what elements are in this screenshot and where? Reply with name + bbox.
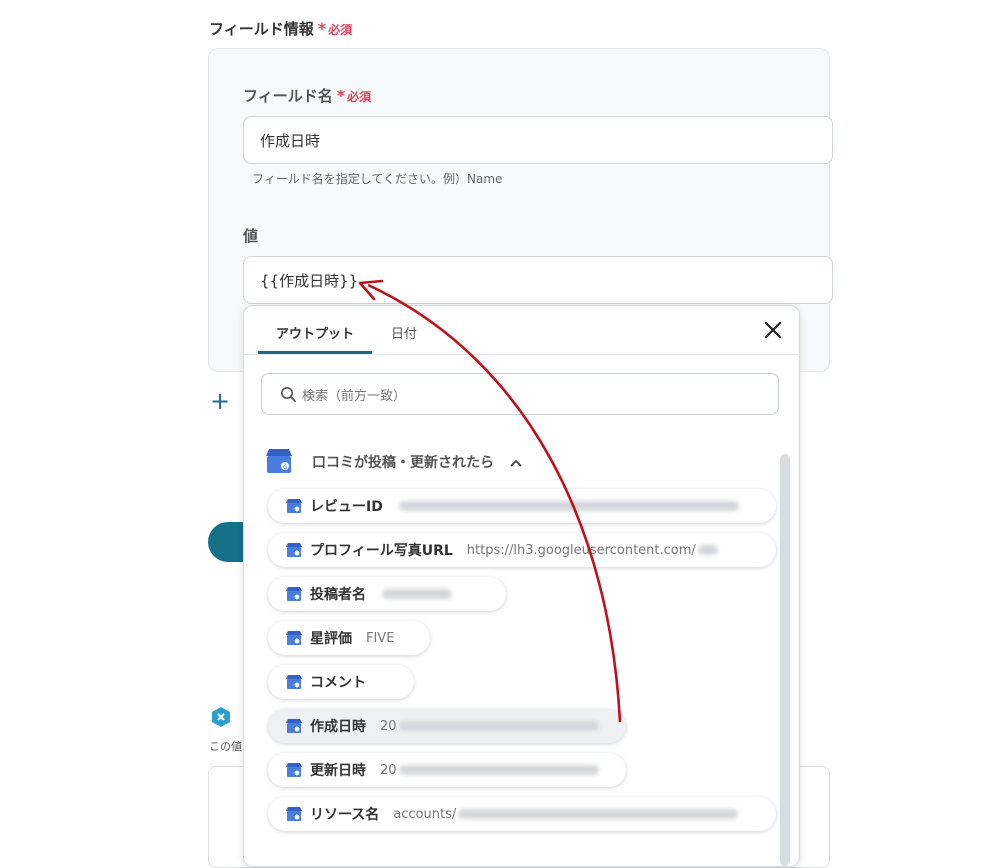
tab-date[interactable]: 日付 xyxy=(391,323,417,342)
output-item[interactable]: レビューID xyxy=(268,489,776,523)
search-icon xyxy=(281,387,296,402)
output-item-value: 20 xyxy=(380,718,397,734)
output-item-name: コメント xyxy=(310,675,366,691)
required-badge: * 必須 xyxy=(317,19,353,38)
field-name-hint: フィールド名を指定してください。例）Name xyxy=(252,172,503,186)
output-panel: アウトプット 日付 検索（前方一致） G 口コミが投稿・更新されたら レビューI… xyxy=(243,305,800,867)
output-item[interactable]: 投稿者名 xyxy=(268,577,506,611)
output-item-value: FIVE xyxy=(366,630,395,646)
google-my-business-icon xyxy=(286,719,302,733)
field-name-input[interactable]: 作成日時 xyxy=(243,116,833,164)
google-my-business-icon: G xyxy=(266,449,292,473)
google-my-business-icon xyxy=(286,499,302,513)
section-title: フィールド情報 * 必須 xyxy=(209,18,352,39)
output-item-value: 20 xyxy=(380,762,397,778)
output-item[interactable]: 作成日時 20 xyxy=(268,709,626,743)
chevron-up-icon[interactable] xyxy=(509,458,523,468)
output-item-name: 投稿者名 xyxy=(310,587,366,603)
below-text: この値 xyxy=(209,740,242,753)
output-item[interactable]: リソース名 accounts/ xyxy=(268,797,776,831)
google-my-business-icon xyxy=(286,631,302,645)
tab-separator xyxy=(244,354,799,355)
redacted-value xyxy=(398,721,599,731)
redacted-value xyxy=(697,545,718,555)
redacted-value xyxy=(398,765,599,775)
redacted-value xyxy=(398,501,739,511)
group-title[interactable]: 口コミが投稿・更新されたら xyxy=(312,452,523,472)
field-name-value: 作成日時 xyxy=(260,131,321,150)
google-my-business-icon xyxy=(286,587,302,601)
google-my-business-icon xyxy=(286,675,302,689)
output-item-name: 作成日時 xyxy=(310,719,366,735)
search-input[interactable]: 検索（前方一致） xyxy=(261,373,779,415)
scrollbar[interactable] xyxy=(780,454,790,866)
output-item-value: https://lh3.googleusercontent.com/ xyxy=(466,542,696,558)
output-item[interactable]: 星評価 FIVE xyxy=(268,621,430,655)
search-placeholder: 検索（前方一致） xyxy=(302,388,407,404)
google-my-business-icon xyxy=(286,807,302,821)
field-name-label: フィールド名 * 必須 xyxy=(243,86,372,105)
google-my-business-icon xyxy=(286,543,302,557)
svg-text:G: G xyxy=(283,464,288,471)
google-my-business-icon xyxy=(286,763,302,777)
value-input[interactable]: {{作成日時}} xyxy=(243,256,833,304)
value-input-text: {{作成日時}} xyxy=(260,271,359,290)
redacted-value xyxy=(458,809,739,819)
output-item-name: リソース名 xyxy=(310,807,380,823)
output-item[interactable]: プロフィール写真URL https://lh3.googleusercontent… xyxy=(268,533,776,567)
output-item-name: レビューID xyxy=(310,499,383,515)
value-label: 値 xyxy=(243,227,259,245)
output-item-name: 更新日時 xyxy=(310,763,366,779)
output-item[interactable]: 更新日時 20 xyxy=(268,753,626,787)
output-item-name: 星評価 xyxy=(310,631,352,647)
redacted-value xyxy=(382,589,452,599)
tab-output[interactable]: アウトプット xyxy=(276,323,354,342)
close-icon[interactable] xyxy=(763,320,783,340)
section-title-text: フィールド情報 xyxy=(209,20,314,38)
app-badge-icon xyxy=(212,707,230,727)
output-item-name: プロフィール写真URL xyxy=(310,543,453,559)
output-item[interactable]: コメント xyxy=(268,665,414,699)
output-item-value: accounts/ xyxy=(393,806,457,822)
required-badge: * 必須 xyxy=(336,86,372,105)
add-icon[interactable]: + xyxy=(210,387,230,415)
